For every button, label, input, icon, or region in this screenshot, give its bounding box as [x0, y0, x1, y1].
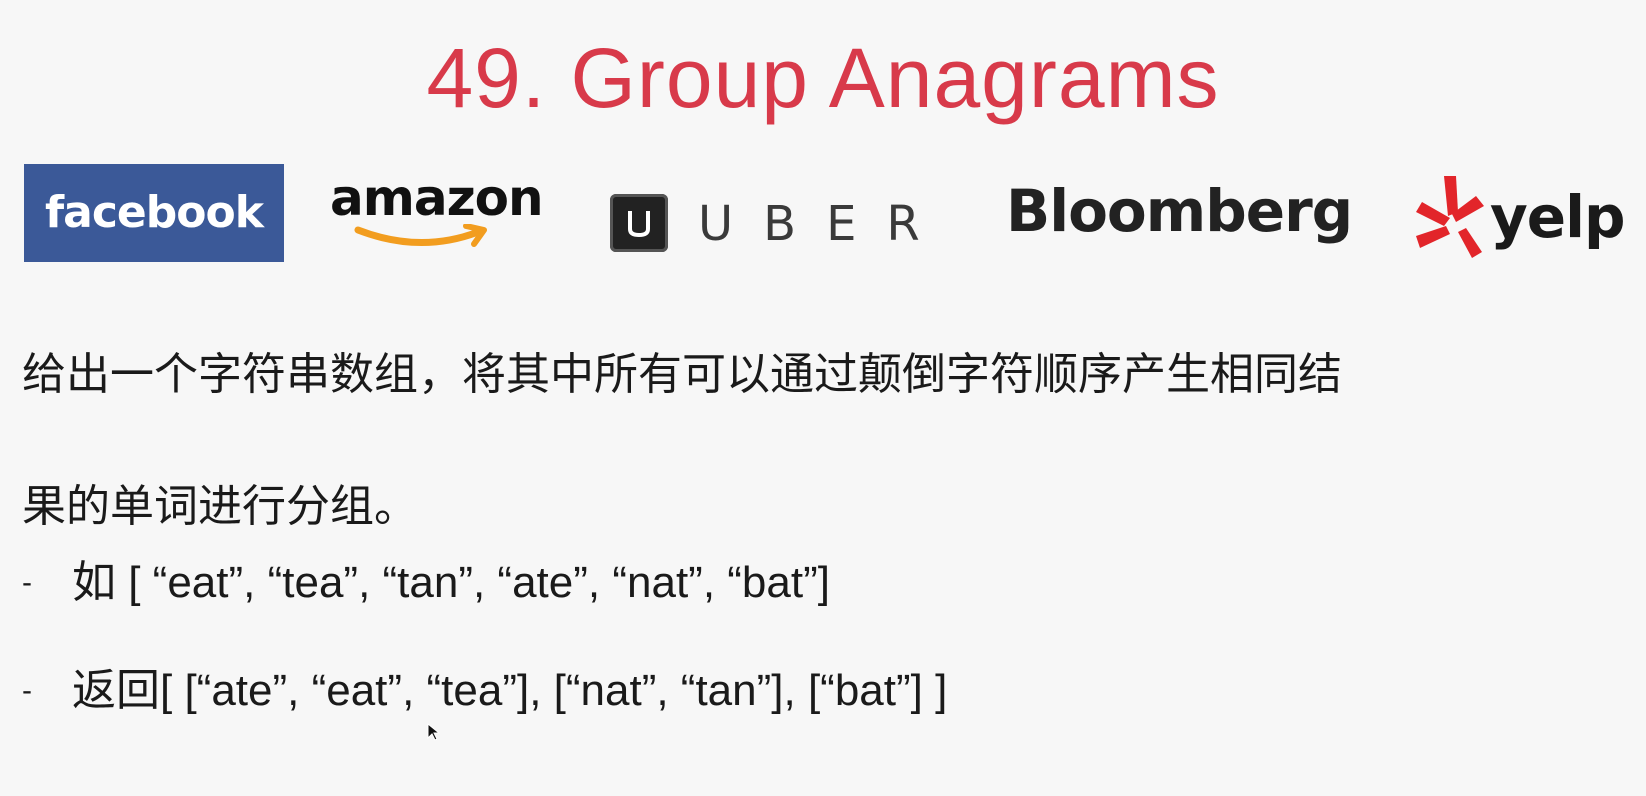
yelp-logo-text: yelp — [1490, 183, 1626, 251]
bullet-dash: - — [22, 566, 32, 599]
uber-logo-text: UBER — [698, 196, 950, 252]
problem-description: 给出一个字符串数组，将其中所有可以通过颠倒字符顺序产生相同结 果的单词进行分组。 — [22, 340, 1622, 542]
example-output-text: 返回[ [“ate”, “eat”, “tea”], [“nat”, “tan”… — [72, 666, 948, 715]
yelp-burst-icon — [1416, 176, 1484, 258]
amazon-logo-text: amazon — [330, 169, 544, 227]
uber-badge-icon — [610, 194, 668, 252]
mouse-cursor-icon — [427, 722, 440, 741]
description-line-1: 给出一个字符串数组，将其中所有可以通过颠倒字符顺序产生相同结 — [22, 349, 1342, 400]
slide-title: 49. Group Anagrams — [426, 31, 1220, 125]
facebook-logo: facebook — [24, 164, 284, 262]
description-line-2: 果的单词进行分组。 — [22, 481, 418, 532]
amazon-smile-icon — [354, 224, 487, 247]
example-input-bullet: - 如 [ “eat”, “tea”, “tan”, “ate”, “nat”, … — [22, 548, 830, 618]
example-output-bullet: - 返回[ [“ate”, “eat”, “tea”], [“nat”, “tan… — [22, 656, 947, 726]
bloomberg-logo: Bloomberg — [1006, 177, 1353, 245]
slide: 49. Group Anagrams facebook amazon UBER … — [0, 0, 1646, 796]
company-logos: facebook amazon UBER Bloomberg yelp — [0, 160, 1646, 270]
amazon-logo: amazon — [326, 160, 566, 260]
yelp-logo: yelp — [1414, 168, 1646, 264]
bullet-dash: - — [22, 674, 32, 707]
example-input-text: 如 [ “eat”, “tea”, “tan”, “ate”, “nat”, “… — [72, 558, 830, 607]
uber-logo: UBER — [610, 194, 970, 254]
